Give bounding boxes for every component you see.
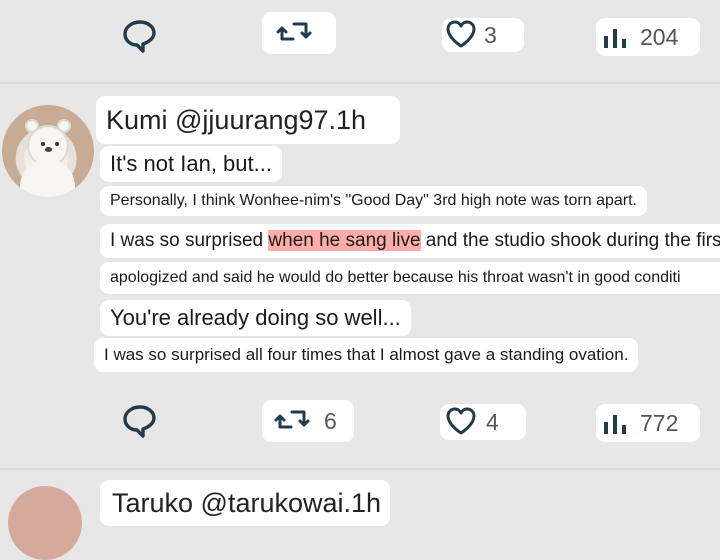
retweet-icon: [274, 410, 310, 429]
avatar-bear-eye: [41, 142, 45, 146]
views-chart-icon: [604, 415, 626, 434]
avatar[interactable]: [8, 486, 82, 560]
avatar[interactable]: [2, 105, 94, 197]
reply-icon[interactable]: [120, 403, 160, 439]
author-handle-time: Kumi @jjuurang97.1h: [106, 105, 367, 135]
post-text: It's not Ian, but...: [110, 151, 272, 176]
avatar-bear-nose: [45, 147, 52, 152]
post-text: I was so surprised all four times that I…: [104, 345, 629, 364]
like-count: 4: [486, 409, 499, 435]
views-chart-icon: [604, 29, 626, 48]
views-count: 772: [640, 410, 679, 436]
post-divider: [0, 82, 720, 84]
retweet-count: 6: [324, 408, 337, 434]
heart-icon: [446, 20, 476, 48]
views-count: 204: [640, 24, 679, 50]
post-author-header[interactable]: Kumi @jjuurang97.1h: [96, 96, 400, 144]
post-text-line-2: Personally, I think Wonhee-nim's "Good D…: [100, 186, 647, 216]
views-button[interactable]: 772: [596, 404, 700, 442]
like-button[interactable]: 3: [442, 18, 524, 52]
retweet-button[interactable]: 6: [262, 400, 354, 442]
like-button[interactable]: 4: [440, 404, 526, 440]
post-text-line-3: I was so surprised when he sang live and…: [100, 224, 720, 258]
post-text: apologized and said he would do better b…: [110, 269, 681, 286]
post-text: Personally, I think Wonhee-nim's "Good D…: [110, 192, 637, 209]
retweet-button[interactable]: [262, 12, 336, 54]
highlighted-text: when he sang live: [268, 230, 421, 251]
previous-post-actions: 3 204: [0, 0, 720, 82]
heart-icon: [446, 407, 476, 435]
post-text-line-4: apologized and said he would do better b…: [100, 262, 720, 294]
author-handle-time: Taruko @tarukowai.1h: [112, 488, 382, 518]
post-divider: [0, 468, 720, 470]
post-text: You're already doing so well...: [110, 305, 401, 330]
retweet-icon: [276, 22, 312, 41]
post-text: and the studio shook during the firs: [420, 230, 720, 251]
post-text-line-1: It's not Ian, but...: [100, 146, 282, 182]
avatar-bear-body: [20, 159, 75, 197]
next-post-author-header[interactable]: Taruko @tarukowai.1h: [100, 480, 390, 526]
post-text-line-5: You're already doing so well...: [100, 300, 411, 336]
views-button[interactable]: 204: [596, 18, 700, 56]
post-text-line-6: I was so surprised all four times that I…: [94, 338, 639, 372]
post-text: I was so surprised: [110, 230, 269, 251]
avatar-bear-eye: [55, 142, 59, 146]
reply-icon[interactable]: [120, 18, 160, 54]
like-count: 3: [484, 22, 497, 48]
